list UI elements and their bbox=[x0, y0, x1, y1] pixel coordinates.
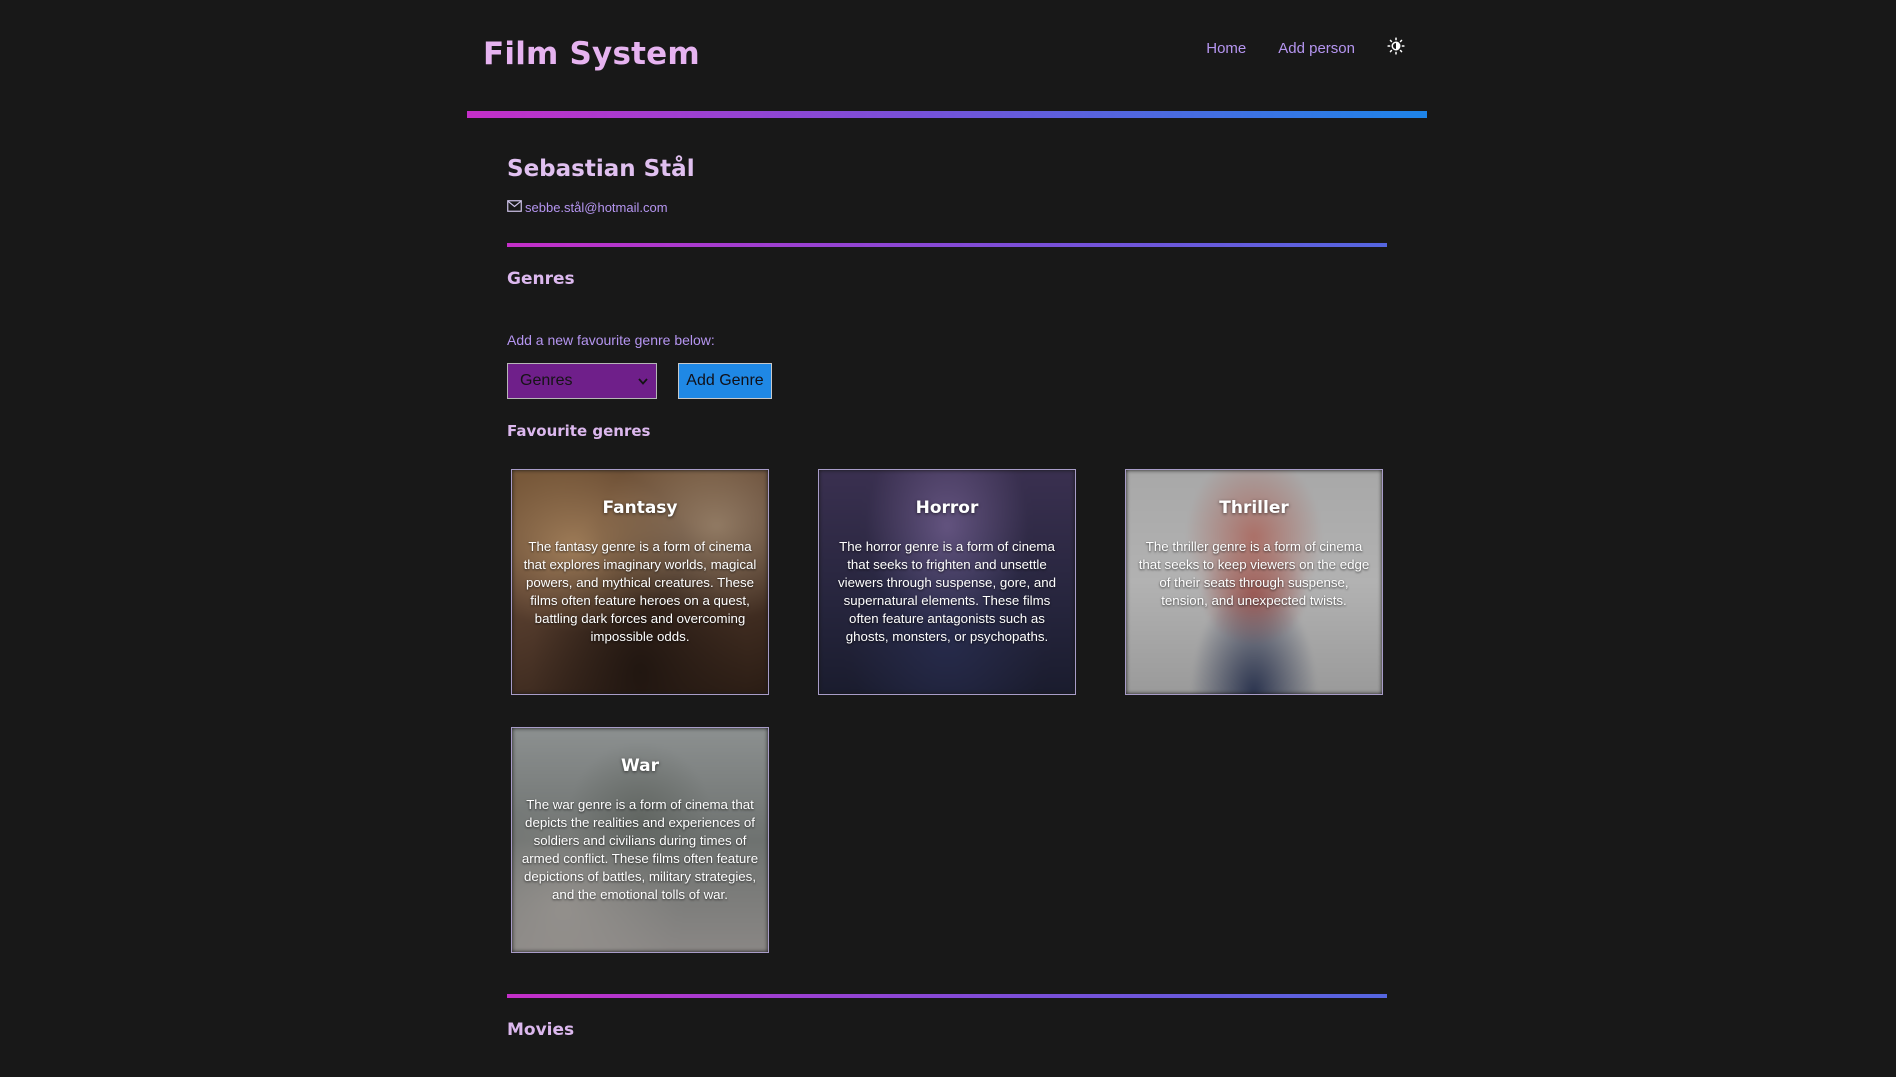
person-email[interactable]: sebbe.stål@hotmail.com bbox=[525, 200, 668, 215]
theme-toggle-button[interactable] bbox=[1385, 35, 1407, 57]
movies-heading: Movies bbox=[507, 1020, 575, 1040]
site-header: Film System Home Add person bbox=[467, 0, 1427, 118]
favourite-genres-heading: Favourite genres bbox=[507, 422, 651, 440]
section-divider bbox=[507, 994, 1387, 998]
genre-card-fantasy[interactable]: Fantasy The fantasy genre is a form of c… bbox=[511, 469, 769, 695]
genre-card-title: Horror bbox=[915, 498, 979, 518]
add-genre-form: Genres Add Genre bbox=[507, 363, 1387, 399]
add-genre-label: Add a new favourite genre below: bbox=[507, 332, 715, 348]
site-title[interactable]: Film System bbox=[483, 36, 700, 72]
genre-card-description: The fantasy genre is a form of cinema th… bbox=[523, 539, 757, 644]
genre-card-grid: Fantasy The fantasy genre is a form of c… bbox=[511, 469, 1387, 953]
page-container: Film System Home Add person Sebastian St… bbox=[467, 0, 1427, 1040]
person-name: Sebastian Stål bbox=[507, 156, 695, 182]
chevron-down-icon bbox=[638, 377, 648, 385]
genres-heading: Genres bbox=[507, 269, 575, 289]
genre-select[interactable]: Genres bbox=[507, 363, 657, 399]
nav-link-home[interactable]: Home bbox=[1206, 40, 1246, 57]
email-row: sebbe.stål@hotmail.com bbox=[507, 199, 1387, 215]
header-gradient-bar bbox=[467, 111, 1427, 118]
envelope-icon bbox=[507, 199, 522, 212]
genre-card-description: The war genre is a form of cinema that d… bbox=[521, 797, 759, 902]
section-divider bbox=[507, 243, 1387, 247]
genre-card-title: Thriller bbox=[1219, 498, 1289, 518]
genre-card-thriller[interactable]: Thriller The thriller genre is a form of… bbox=[1125, 469, 1383, 695]
genre-select-value: Genres bbox=[520, 372, 573, 389]
genre-card-title: Fantasy bbox=[602, 498, 678, 518]
add-genre-button[interactable]: Add Genre bbox=[678, 363, 772, 399]
genre-card-title: War bbox=[620, 756, 659, 776]
nav-link-add-person[interactable]: Add person bbox=[1278, 40, 1355, 57]
genre-card-war[interactable]: War The war genre is a form of cinema th… bbox=[511, 727, 769, 953]
genre-card-description: The horror genre is a form of cinema tha… bbox=[837, 539, 1057, 644]
main-content: Sebastian Stål sebbe.stål@hotmail.com Ge… bbox=[507, 118, 1387, 1040]
sun-half-icon bbox=[1387, 36, 1405, 55]
genre-card-horror[interactable]: Horror The horror genre is a form of cin… bbox=[818, 469, 1076, 695]
main-nav: Home Add person bbox=[1174, 36, 1407, 57]
genre-card-description: The thriller genre is a form of cinema t… bbox=[1138, 539, 1370, 608]
